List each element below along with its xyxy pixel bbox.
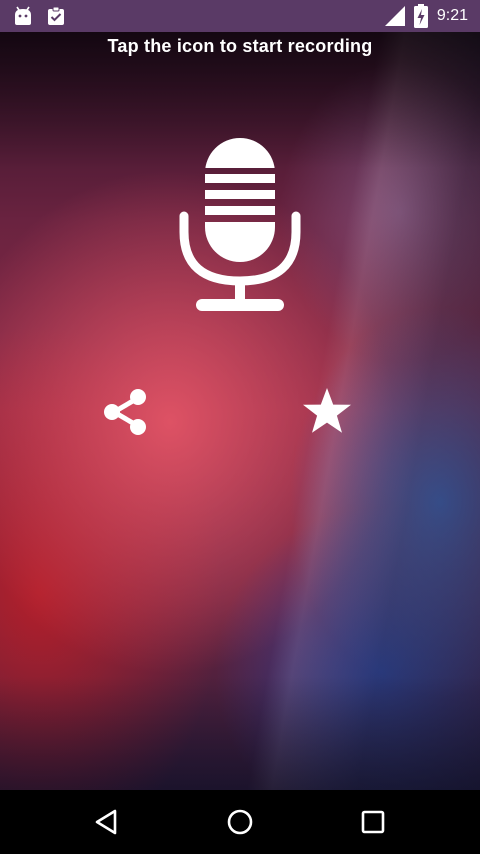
signal-icon [384, 5, 406, 32]
status-bar: 9:21 [0, 0, 480, 32]
back-button[interactable] [86, 802, 126, 842]
home-button[interactable] [220, 802, 260, 842]
share-button[interactable] [100, 386, 152, 438]
clipboard-check-icon [46, 6, 66, 31]
status-time: 9:21 [436, 7, 468, 24]
recents-button[interactable] [353, 802, 393, 842]
back-icon [95, 809, 117, 835]
microphone-icon [179, 138, 301, 311]
navigation-bar [0, 790, 480, 854]
share-icon [104, 389, 146, 435]
battery-charging-icon [414, 4, 428, 33]
favorite-button[interactable] [300, 385, 354, 439]
star-icon [303, 388, 351, 433]
phone-screen: 9:21 Tap the icon to start recording [0, 0, 480, 854]
recents-icon [361, 810, 385, 834]
home-icon [227, 809, 253, 835]
record-button[interactable] [175, 136, 305, 316]
instruction-text: Tap the icon to start recording [107, 36, 373, 56]
android-debug-icon [12, 6, 34, 31]
